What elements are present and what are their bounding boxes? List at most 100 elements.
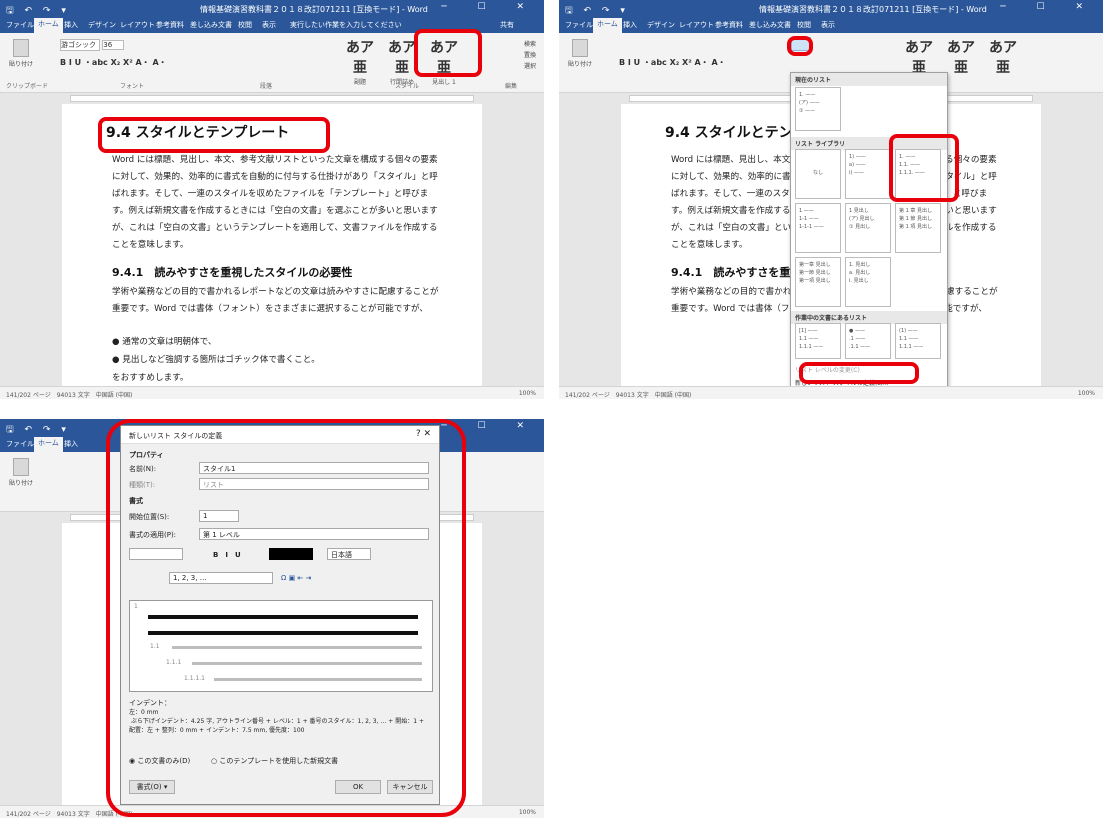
window-title: 情報基礎演習教科書２０１８改訂071211 [互換モード] - Word: [200, 5, 428, 14]
tab-review[interactable]: 校閲: [238, 20, 252, 30]
tab-home[interactable]: ホーム: [34, 18, 63, 33]
clipboard-icon: [13, 39, 29, 57]
style-glyph: あア亜: [346, 40, 374, 76]
tab-mailings[interactable]: 差し込み文書: [190, 20, 232, 30]
font-group-label: フォント: [120, 83, 145, 90]
window-controls[interactable]: ─ ☐ ✕: [441, 2, 538, 12]
select-button[interactable]: 選択: [524, 61, 536, 72]
highlight-numbered-style: [889, 134, 959, 202]
bullet-1: ● 通常の文章は明朝体で、: [112, 337, 217, 347]
tab-insert[interactable]: 挿入: [64, 439, 78, 449]
format-row[interactable]: B I U ・abc X₂ X² A・ A・: [60, 57, 167, 68]
find-button[interactable]: 検索: [524, 39, 536, 50]
tab-design[interactable]: デザイン: [88, 20, 116, 30]
tab-file[interactable]: ファイル: [565, 20, 593, 30]
tell-me-box[interactable]: 実行したい作業を入力してください: [290, 20, 402, 30]
status-bar: 141/202 ページ 94013 文字 中国語 (中国) 100%: [0, 386, 544, 399]
screenshot-panel-1: 🖫 ↶ ↷ ▾ 情報基礎演習教科書２０１８改訂071211 [互換モード] - …: [0, 0, 544, 399]
style-heading-1[interactable]: あア亜: [983, 37, 1023, 77]
editing-group: 検索 置換 選択: [524, 39, 536, 72]
doc-list-3[interactable]: (1) —— 1.1 —— 1.1.1 ——: [895, 323, 941, 359]
current-list-item[interactable]: 1. —— (ア) —— ① ——: [795, 87, 841, 131]
bullet-text: 見出しなど強調する箇所はゴチック体で書くこと。: [122, 355, 320, 365]
tab-layout[interactable]: レイアウト: [120, 20, 155, 30]
ribbon: 貼り付け 游ゴシック 36 B I U ・abc X₂ X² A・ A・ あア亜…: [0, 29, 544, 93]
paste-label: 貼り付け: [8, 480, 33, 487]
window-title: 情報基礎演習教科書２０１８改訂071211 [互換モード] - Word: [759, 5, 987, 14]
bullet-text: 通常の文章は明朝体で、: [122, 337, 217, 347]
tab-insert[interactable]: 挿入: [623, 20, 637, 30]
ruler[interactable]: [0, 94, 544, 103]
multilevel-list-dropdown[interactable]: 現在のリスト 1. —— (ア) —— ① —— リスト ライブラリ なし 1) —…: [790, 72, 948, 390]
screenshot-panel-2: 🖫 ↶ ↷ ▾ 情報基礎演習教科書２０１８改訂071211 [互換モード] - …: [559, 0, 1103, 399]
doc-list-2[interactable]: ● —— .1 —— .1.1 ——: [845, 323, 891, 359]
clipboard-icon: [572, 39, 588, 57]
tab-file[interactable]: ファイル: [6, 439, 34, 449]
tab-review[interactable]: 校閲: [797, 20, 811, 30]
font-name-select[interactable]: 游ゴシック: [60, 39, 100, 51]
tab-design[interactable]: デザイン: [647, 20, 675, 30]
tab-view[interactable]: 表示: [262, 20, 276, 30]
paragraph-group-label: 段落: [260, 83, 273, 90]
paste-label: 貼り付け: [8, 61, 33, 68]
tab-insert[interactable]: 挿入: [64, 20, 78, 30]
tab-home[interactable]: ホーム: [34, 437, 63, 452]
list-style-6[interactable]: 1. 見出し a. 見出し i. 見出し: [845, 257, 891, 307]
format-row[interactable]: B I U ・abc X₂ X² A・ A・: [619, 57, 726, 68]
list-style-5[interactable]: 第一章 見出し 第一節 見出し 第一項 見出し: [795, 257, 841, 307]
paste-label: 貼り付け: [567, 61, 592, 68]
highlight-styles: [414, 29, 482, 77]
ribbon-tabs: ファイル ホーム 挿入 デザイン レイアウト 参考資料 差し込み文書 校閲 表示: [559, 17, 1103, 33]
paragraph-2: 学術や業務などの目的で書かれるレポートなどの文章は読みやすさに配慮することが重要…: [112, 287, 439, 314]
zoom-level[interactable]: 100%: [1078, 390, 1095, 397]
list-style-3[interactable]: 1 見出し (ア) 見出し ① 見出し: [845, 203, 891, 253]
style-subtitle[interactable]: あア亜: [899, 37, 939, 77]
paragraph-3: をおすすめします。: [112, 373, 189, 383]
tab-mailings[interactable]: 差し込み文書: [749, 20, 791, 30]
share-button[interactable]: 共有: [500, 20, 514, 30]
style-glyph: あア亜: [388, 40, 416, 76]
tab-references[interactable]: 参考資料: [156, 20, 184, 30]
tab-view[interactable]: 表示: [821, 20, 835, 30]
tab-home[interactable]: ホーム: [593, 18, 622, 33]
doc-list-1[interactable]: [1] —— 1.1 —— 1.1.1 ——: [795, 323, 841, 359]
list-style-4[interactable]: 第 1 章 見出し第 1 節 見出し第 1 項 見出し: [895, 203, 941, 253]
font-size-select[interactable]: 36: [102, 40, 125, 50]
styles-gallery[interactable]: あア亜 あア亜 あア亜: [899, 37, 1029, 77]
window-controls[interactable]: ─ ☐ ✕: [1000, 2, 1097, 12]
screenshot-panel-3: 🖫 ↶ ↷ ▾ ─ ☐ ✕ ファイル ホーム 挿入 貼り付け 141/202 ペ…: [0, 419, 544, 818]
clipboard-icon: [13, 458, 29, 476]
paste-button[interactable]: 貼り付け: [8, 458, 34, 492]
list-style-2[interactable]: 1 —— 1-1 —— 1-1-1 ——: [795, 203, 841, 253]
tab-layout[interactable]: レイアウト: [679, 20, 714, 30]
highlight-dialog: [106, 419, 466, 817]
status-text: 141/202 ページ 94013 文字 中国語 (中国): [565, 392, 692, 399]
highlight-heading: [98, 117, 330, 153]
styles-group-label: スタイル: [395, 83, 420, 90]
editing-group-label: 編集: [505, 83, 518, 90]
title-bar: 🖫 ↶ ↷ ▾ 情報基礎演習教科書２０１８改訂071211 [互換モード] - …: [559, 0, 1103, 17]
title-bar: 🖫 ↶ ↷ ▾ 情報基礎演習教科書２０１８改訂071211 [互換モード] - …: [0, 0, 544, 17]
style-label: 副題: [353, 79, 366, 86]
replace-button[interactable]: 置換: [524, 50, 536, 61]
tab-references[interactable]: 参考資料: [715, 20, 743, 30]
status-text: 141/202 ページ 94013 文字 中国語 (中国): [6, 392, 133, 399]
style-label: 見出し 1: [432, 79, 456, 86]
tab-file[interactable]: ファイル: [6, 20, 34, 30]
style-subtitle[interactable]: あア亜 副題: [340, 37, 380, 86]
list-style-1[interactable]: 1) —— a) —— i) ——: [845, 149, 891, 199]
style-no-spacing[interactable]: あア亜: [941, 37, 981, 77]
font-row: 游ゴシック 36: [60, 39, 125, 51]
zoom-level[interactable]: 100%: [519, 390, 536, 397]
heading-9-4-1: 9.4.1 読みやすさを重視したスタイルの必要性: [112, 266, 353, 279]
zoom-level[interactable]: 100%: [519, 809, 536, 816]
style-glyph: あア亜: [989, 40, 1017, 76]
list-none[interactable]: なし: [795, 149, 841, 199]
status-bar: 141/202 ページ 94013 文字 中国語 (中国) 100%: [559, 386, 1103, 399]
bullet-2: ● 見出しなど強調する箇所はゴチック体で書くこと。: [112, 355, 320, 365]
paste-button[interactable]: 貼り付け: [8, 39, 34, 73]
clipboard-group-label: クリップボード: [6, 83, 49, 90]
paragraph-1: Word には標題、見出し、本文、参考文献リストといった文章を構成する個々の要素…: [112, 155, 438, 250]
paste-button[interactable]: 貼り付け: [567, 39, 593, 73]
highlight-define-new: [799, 362, 919, 384]
